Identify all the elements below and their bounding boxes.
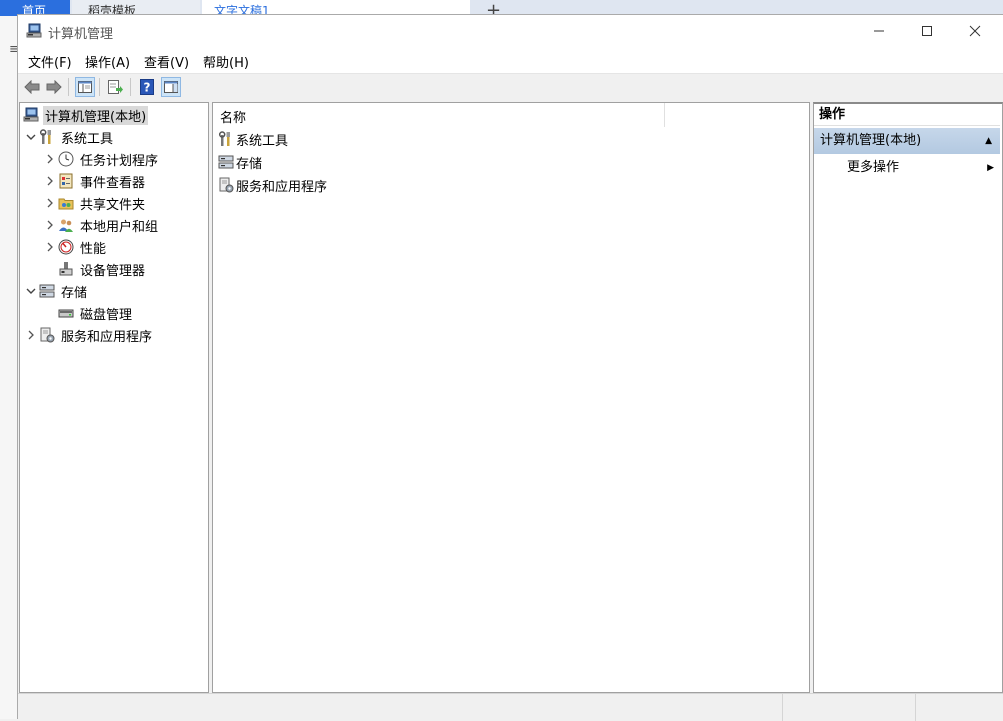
tree-item-shared-folders[interactable]: 共享文件夹: [43, 193, 147, 213]
list-item-label: 服务和应用程序: [236, 179, 328, 195]
show-hide-action-pane-button[interactable]: [161, 77, 181, 97]
toolbar-separator: [130, 78, 131, 96]
chevron-right-icon[interactable]: [24, 325, 38, 345]
list-item-storage[interactable]: 存储: [217, 152, 262, 172]
toolbar-separator: [68, 78, 69, 96]
disk-icon: [57, 304, 75, 322]
list-header: 名称: [213, 103, 809, 128]
menu-help[interactable]: 帮助(H): [203, 52, 249, 71]
list-item-services-applications[interactable]: 服务和应用程序: [217, 175, 327, 195]
menu-file[interactable]: 文件(F): [28, 52, 72, 71]
services-icon: [217, 176, 235, 194]
forward-button[interactable]: [44, 77, 64, 97]
users-icon: [57, 216, 75, 234]
chevron-down-icon[interactable]: [24, 281, 38, 301]
menu-bar: 文件(F) 操作(A) 查看(V) 帮助(H): [18, 47, 1003, 74]
menu-action[interactable]: 操作(A): [85, 52, 130, 71]
tools-icon: [38, 128, 56, 146]
device-manager-icon: [57, 260, 75, 278]
tree-item-device-manager[interactable]: 设备管理器: [57, 259, 147, 279]
show-hide-tree-icon: [78, 81, 92, 93]
toolbar-separator: [99, 78, 100, 96]
status-bar: [18, 693, 1003, 721]
back-button[interactable]: [22, 77, 42, 97]
chevron-right-icon[interactable]: [43, 237, 57, 257]
computer-management-icon: [22, 106, 40, 124]
actions-section-label: 计算机管理(本地): [820, 133, 922, 148]
column-header-name[interactable]: 名称: [220, 107, 246, 126]
export-list-icon: [108, 80, 123, 94]
actions-section-header[interactable]: 计算机管理(本地) ▲: [814, 128, 1000, 154]
chevron-right-icon[interactable]: [43, 149, 57, 169]
results-pane: 名称 系统工具 存储 服务和应用程序: [212, 102, 810, 693]
event-log-icon: [57, 172, 75, 190]
close-icon: [969, 25, 981, 37]
more-actions-item[interactable]: 更多操作 ▶: [814, 156, 1000, 180]
collapse-up-icon[interactable]: ▲: [985, 128, 992, 154]
background-left-edge: ≡: [0, 16, 20, 719]
tree-item-performance[interactable]: 性能: [43, 237, 108, 257]
tree-item-label: 计算机管理(本地): [43, 105, 149, 125]
close-button[interactable]: [952, 15, 998, 47]
list-item-system-tools[interactable]: 系统工具: [217, 129, 288, 149]
console-tree: 计算机管理(本地) 系统工具 任务计划程序 事件查看器 共享文件夹 本地用户和组…: [19, 102, 209, 693]
tree-item-label: 共享文件夹: [80, 197, 146, 213]
show-hide-action-pane-icon: [164, 81, 178, 93]
export-list-button[interactable]: [106, 77, 126, 97]
tree-item-task-scheduler[interactable]: 任务计划程序: [43, 149, 160, 169]
tools-icon: [217, 130, 235, 148]
tree-item-event-viewer[interactable]: 事件查看器: [43, 171, 147, 191]
more-actions-label: 更多操作: [847, 160, 900, 175]
storage-icon: [217, 153, 235, 171]
status-segment: [782, 694, 916, 721]
list-item-label: 系统工具: [236, 133, 289, 149]
tree-item-label: 存储: [61, 285, 88, 301]
forward-icon: [46, 80, 62, 94]
chevron-right-icon[interactable]: [43, 215, 57, 235]
toolbar: ?: [18, 74, 1003, 100]
tree-item-label: 性能: [80, 241, 107, 257]
minimize-icon: [874, 30, 884, 32]
computer-management-icon: [26, 23, 42, 38]
column-divider[interactable]: [664, 103, 665, 127]
tree-item-storage[interactable]: 存储: [24, 281, 89, 301]
tree-item-disk-management[interactable]: 磁盘管理: [57, 303, 134, 323]
clock-icon: [57, 150, 75, 168]
tree-item-label: 服务和应用程序: [61, 329, 153, 345]
storage-icon: [38, 282, 56, 300]
computer-management-window: 计算机管理 文件(F) 操作(A) 查看(V) 帮助(H) ? 计算机管理(本地…: [17, 14, 1003, 721]
chevron-down-icon[interactable]: [24, 127, 38, 147]
help-icon: ?: [140, 79, 154, 95]
minimize-button[interactable]: [856, 15, 902, 47]
tree-item-label: 系统工具: [61, 131, 114, 147]
window-title: 计算机管理: [48, 27, 114, 42]
actions-pane: 操作 计算机管理(本地) ▲ 更多操作 ▶: [813, 102, 1003, 693]
tree-item-root[interactable]: 计算机管理(本地): [22, 105, 149, 125]
tree-item-label: 磁盘管理: [80, 307, 133, 323]
performance-gauge-icon: [57, 238, 75, 256]
back-icon: [24, 80, 40, 94]
help-button[interactable]: ?: [137, 77, 157, 97]
tree-item-system-tools[interactable]: 系统工具: [24, 127, 115, 147]
tree-item-services-applications[interactable]: 服务和应用程序: [24, 325, 154, 345]
chevron-right-icon[interactable]: [43, 193, 57, 213]
show-hide-tree-button[interactable]: [75, 77, 95, 97]
tree-item-label: 设备管理器: [80, 263, 146, 279]
status-segment: [915, 694, 1003, 721]
maximize-icon: [922, 26, 932, 36]
actions-title: 操作: [814, 104, 1000, 126]
maximize-button[interactable]: [904, 15, 950, 47]
menu-view[interactable]: 查看(V): [144, 52, 189, 71]
chevron-right-icon[interactable]: [43, 171, 57, 191]
title-bar[interactable]: 计算机管理: [18, 15, 1003, 47]
tree-item-local-users-groups[interactable]: 本地用户和组: [43, 215, 160, 235]
submenu-arrow-icon: ▶: [987, 163, 994, 173]
services-icon: [38, 326, 56, 344]
svg-text:?: ?: [144, 81, 151, 95]
tree-item-label: 任务计划程序: [80, 153, 159, 169]
tree-item-label: 事件查看器: [80, 175, 146, 191]
shared-folder-icon: [57, 194, 75, 212]
tree-item-label: 本地用户和组: [80, 219, 159, 235]
list-item-label: 存储: [236, 156, 263, 172]
